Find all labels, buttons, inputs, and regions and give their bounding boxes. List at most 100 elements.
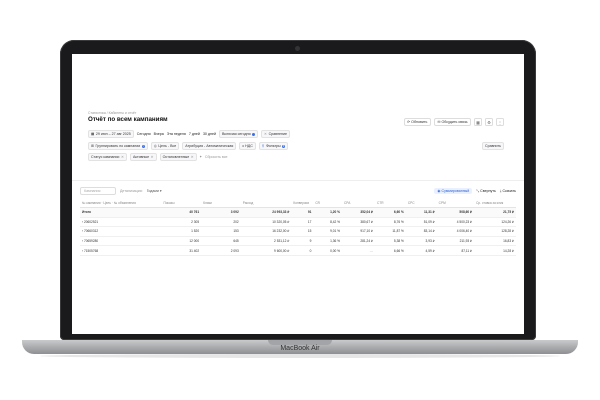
table-cell: › 71505768: [80, 245, 162, 256]
preset-7days[interactable]: 7 дней: [189, 132, 200, 136]
table-cell: 645: [201, 236, 241, 247]
header-actions: ⟳ Обновить ✉ Обсудить связь ▦ ⚙ ⋮: [403, 118, 504, 126]
table-cell: 128,28 ₽: [474, 226, 516, 237]
total-row: Итого 40 761 3 092 24 993,33 ₽ 91 1,20 %…: [80, 207, 516, 218]
filter-icon: ⚲: [261, 144, 265, 148]
table-cell: 87,11 ₽: [436, 245, 475, 256]
grouping-label: Группировать по кампании: [95, 144, 141, 148]
target-icon: ◎: [153, 144, 157, 148]
table-cell: 17: [291, 217, 314, 228]
close-icon[interactable]: ✕: [151, 155, 154, 159]
period-picker[interactable]: ▦ 29 июн – 27 авг 2025: [88, 130, 134, 138]
table-cell: 11,87 %: [375, 226, 406, 237]
column-header[interactable]: CPM: [436, 199, 475, 208]
detail-select[interactable]: Годами ▾: [147, 189, 162, 193]
reset-filters-link[interactable]: Сбросить все: [205, 155, 228, 159]
table-cell: 51,09 ₽: [405, 217, 437, 228]
table-row[interactable]: › 20602521 2 305 202 10 320,05 ₽ 17 8,42…: [80, 217, 516, 228]
table-cell: 211,93 ₽: [436, 236, 475, 247]
status-filter[interactable]: Статус кампании ✕: [88, 153, 127, 161]
preset-week[interactable]: Эта неделя: [167, 132, 186, 136]
column-header[interactable]: CR: [313, 199, 342, 208]
table-toolbar: Кампания Детализация: Годами ▾ ◉ Суммиро…: [80, 187, 516, 195]
column-header[interactable]: Ср. ставка за клик: [474, 199, 516, 208]
campaign-id[interactable]: 71505768: [84, 249, 98, 253]
collapse-button[interactable]: ⤡ Свернуть: [476, 189, 496, 193]
preset-30days[interactable]: 30 дней: [203, 132, 216, 136]
column-header[interactable]: Конверсии: [291, 199, 314, 208]
goal-select[interactable]: ◎ Цель - Все: [150, 142, 180, 150]
close-icon[interactable]: ✕: [121, 155, 124, 159]
column-header[interactable]: CPA: [342, 199, 376, 208]
compare-toggle[interactable]: ✕ Сравнение: [261, 130, 291, 138]
table-cell: 1,36 %: [313, 236, 342, 247]
total-cell: 24 993,33 ₽: [240, 207, 292, 218]
paused-label: Остановленные: [162, 155, 190, 159]
table-cell: 14,28 ₽: [474, 245, 516, 256]
close-icon[interactable]: ✕: [191, 155, 194, 159]
table-cell: 9,01 %: [313, 226, 342, 237]
total-cell: 1,20 %: [313, 207, 342, 218]
export-button[interactable]: ⤓ Скачать: [500, 189, 516, 193]
table-header-row: № кампании · Цель · № объявления Показы …: [80, 199, 516, 208]
total-cell: 40 761: [161, 207, 202, 218]
toggle-on-icon: [252, 132, 256, 136]
more-icon[interactable]: ⋮: [496, 118, 504, 126]
status-row: Статус кампании ✕ Активные ✕ Остановленные…: [88, 153, 228, 161]
active-filter-chip[interactable]: Активные ✕: [129, 153, 157, 161]
grouping-select[interactable]: ⊞ Группировать по кампании i: [88, 142, 148, 150]
top-blank-area: [72, 54, 524, 98]
table-cell: 10 320,05 ₽: [240, 217, 292, 228]
table-cell: 12 000: [161, 236, 202, 247]
campaign-id[interactable]: 20602521: [84, 220, 98, 224]
compare-badge-label: Сравнить: [484, 144, 501, 148]
compare-label: Сравнение: [268, 132, 288, 136]
table-cell: 9 600,00 ₽: [240, 245, 292, 256]
table-cell: 281,24 ₽: [342, 236, 376, 247]
preset-today[interactable]: Сегодня: [137, 132, 151, 136]
filters-button[interactable]: ⚲ Фильтры 3: [258, 142, 289, 150]
campaign-search-input[interactable]: Кампания: [80, 187, 116, 195]
include-today-toggle[interactable]: Включая сегодня: [219, 130, 259, 138]
table-cell: 4 006,40 ₽: [436, 226, 475, 237]
laptop-shadow: [40, 354, 560, 358]
detail-label: Детализация:: [120, 189, 143, 193]
campaign-id[interactable]: 70660312: [84, 229, 98, 233]
laptop-lid: Статистика / Кабинеты и отчёт Отчёт по в…: [60, 40, 536, 340]
info-icon: i: [141, 144, 145, 148]
paused-filter-chip[interactable]: Остановленные ✕: [159, 153, 197, 161]
column-header[interactable]: CTR: [375, 199, 406, 208]
filters-label: Фильтры: [265, 144, 281, 148]
breadcrumb[interactable]: Статистика / Кабинеты и отчёт: [88, 111, 136, 115]
toolbar-right: ◉ Суммированный ⤡ Свернуть ⤓ Скачать: [434, 188, 516, 194]
total-cell: 11,31 ₽: [405, 207, 437, 218]
column-header[interactable]: № кампании · Цель · № объявления: [80, 199, 162, 208]
summarized-button[interactable]: ◉ Суммированный: [434, 188, 473, 194]
table-cell: 1 520: [161, 226, 202, 237]
preset-yesterday[interactable]: Вчера: [154, 132, 164, 136]
column-header[interactable]: Показы: [161, 199, 202, 208]
column-header[interactable]: CPC: [405, 199, 437, 208]
total-cell: 6,60 %: [375, 207, 406, 218]
update-button[interactable]: ⟳ Обновить: [403, 118, 431, 126]
add-filter-icon[interactable]: +: [200, 155, 202, 159]
table-cell: 0: [291, 245, 314, 256]
total-cell: 21,75 ₽: [474, 207, 516, 218]
campaign-id[interactable]: 70659280: [84, 239, 98, 243]
camera: [295, 46, 300, 51]
column-header[interactable]: Клики: [201, 199, 241, 208]
table-row[interactable]: › 71505768 31 402 2 093 9 600,00 ₽ 0 0,0…: [80, 245, 516, 256]
column-header[interactable]: Расход: [240, 199, 292, 208]
vat-select[interactable]: с НДС: [239, 142, 256, 150]
table-cell: 83,14 ₽: [405, 226, 437, 237]
grid-icon[interactable]: ▦: [474, 118, 482, 126]
table-cell: 153: [201, 226, 241, 237]
table-row[interactable]: › 70660312 1 520 153 16 232,00 ₽ 15 9,01…: [80, 226, 516, 237]
compare-button[interactable]: Сравнить: [481, 142, 504, 150]
settings-icon[interactable]: ⚙: [485, 118, 493, 126]
table-row[interactable]: › 70659280 12 000 645 2 531,12 ₽ 9 1,36 …: [80, 236, 516, 247]
share-button[interactable]: ✉ Обсудить связь: [433, 118, 471, 126]
attribution-select[interactable]: Атрибуция - Автоматическая: [182, 142, 237, 150]
detail-value: Годами: [146, 189, 159, 193]
page-title: Отчёт по всем кампаниям: [88, 116, 168, 123]
